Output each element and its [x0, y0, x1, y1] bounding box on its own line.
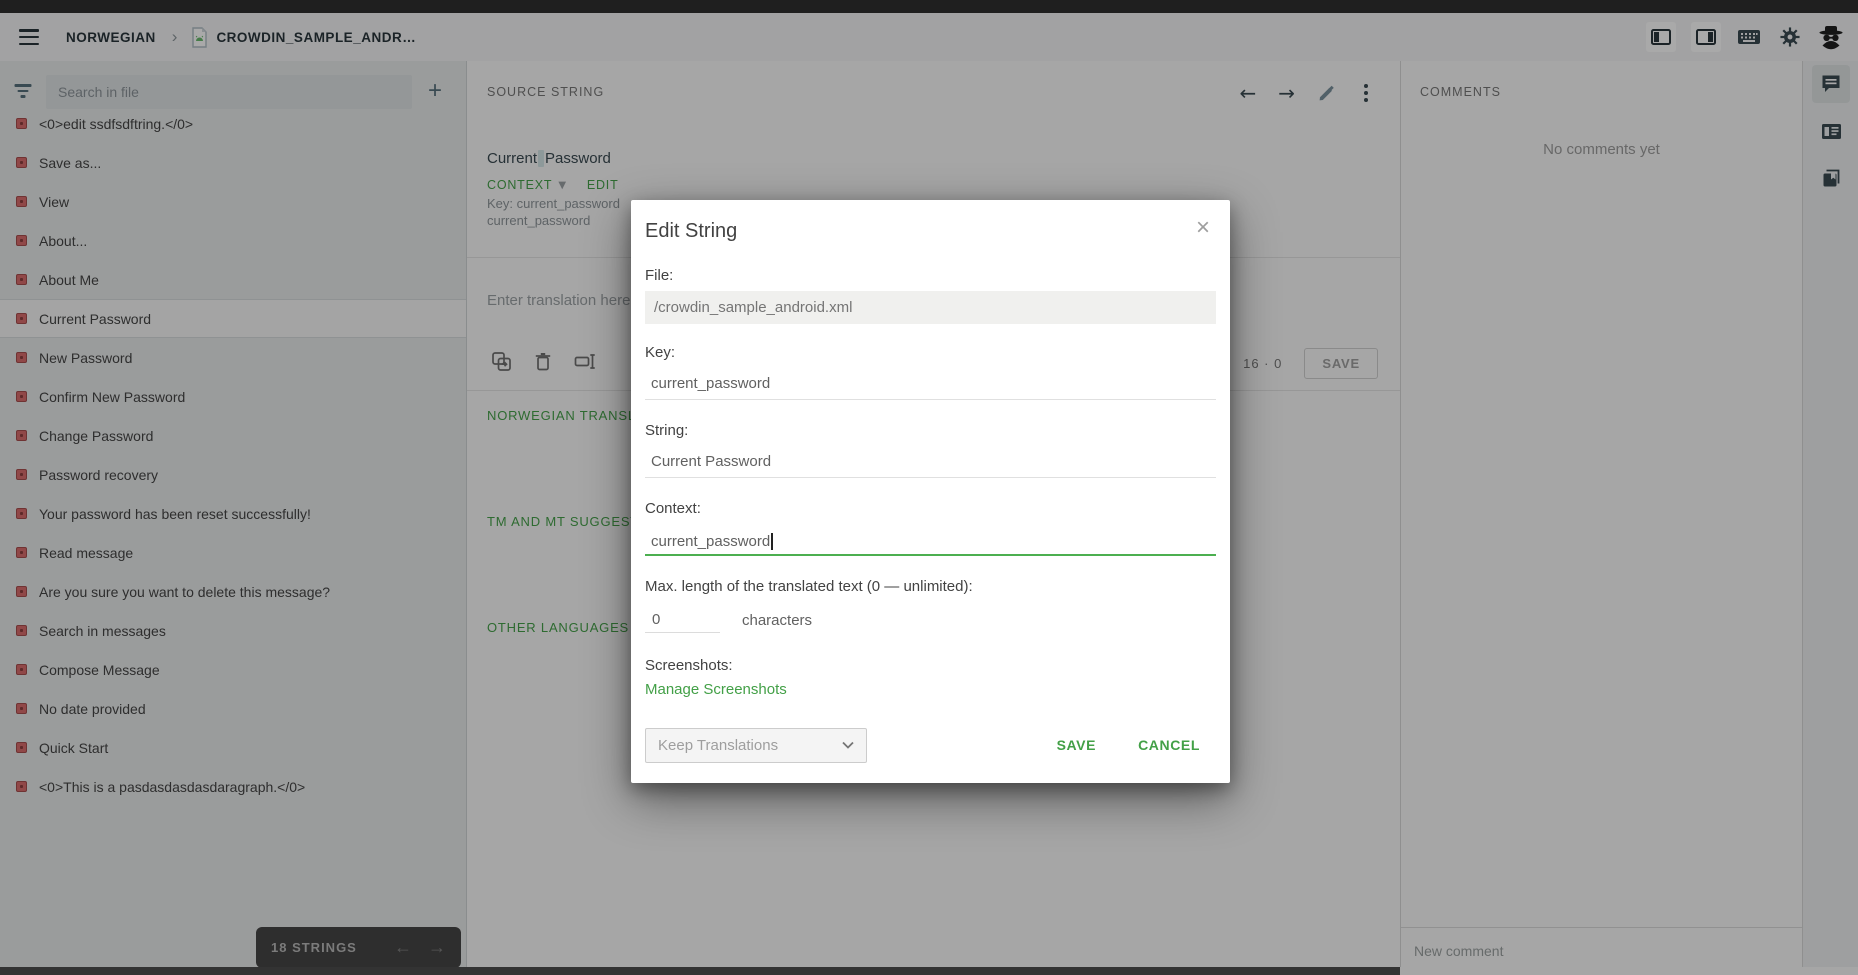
context-label: Context:	[645, 500, 1216, 518]
max-length-label: Max. length of the translated text (0 — …	[645, 578, 1216, 597]
file-field	[645, 291, 1216, 324]
max-length-input[interactable]	[645, 607, 720, 633]
context-input[interactable]: current_password	[645, 528, 1216, 556]
modal-footer: Keep Translations SAVE CANCEL	[645, 727, 1216, 763]
string-input[interactable]	[645, 450, 1216, 478]
translations-select[interactable]: Keep Translations	[645, 728, 867, 763]
translations-select-value: Keep Translations	[658, 737, 778, 754]
key-input[interactable]	[645, 372, 1216, 400]
text-cursor	[771, 533, 773, 550]
file-label: File:	[645, 267, 1216, 285]
key-label: Key:	[645, 344, 1216, 362]
modal-cancel-button[interactable]: CANCEL	[1138, 737, 1200, 753]
manage-screenshots-link[interactable]: Manage Screenshots	[645, 681, 787, 701]
context-value: current_password	[651, 533, 770, 550]
modal-title: Edit String	[645, 220, 1216, 243]
modal-save-button[interactable]: SAVE	[1057, 737, 1097, 753]
close-icon[interactable]: ×	[1190, 214, 1216, 242]
string-label: String:	[645, 422, 1216, 440]
screenshots-label: Screenshots:	[645, 657, 1216, 675]
characters-suffix: characters	[742, 612, 812, 629]
max-length-row: characters	[645, 605, 1216, 635]
edit-string-modal: × Edit String File: Key: String: Context…	[631, 200, 1230, 783]
